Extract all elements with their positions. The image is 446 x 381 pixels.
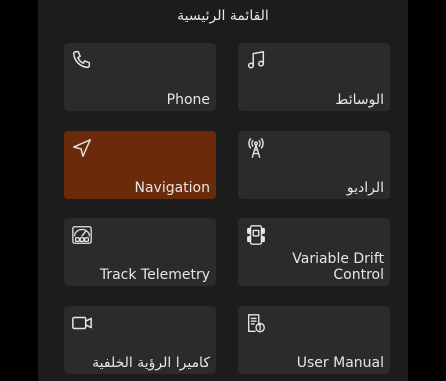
media-label: الوسائط xyxy=(335,92,384,108)
navigation-tile[interactable]: Navigation xyxy=(64,131,216,199)
media-tile[interactable]: الوسائط xyxy=(238,43,390,111)
user-manual-tile[interactable]: User Manual xyxy=(238,306,390,374)
phone-icon xyxy=(71,49,93,71)
phone-tile[interactable]: Phone xyxy=(64,43,216,111)
variable-drift-control-label-line2: Control xyxy=(333,267,384,283)
variable-drift-control-label-line1: Variable Drift xyxy=(292,251,384,267)
navigation-arrow-icon xyxy=(71,137,93,159)
radio-label: الراديو xyxy=(346,180,384,196)
radio-tile[interactable]: الراديو xyxy=(238,131,390,199)
music-note-icon xyxy=(245,49,267,71)
variable-drift-control-label: Variable Drift Control xyxy=(292,251,384,283)
track-telemetry-label: Track Telemetry xyxy=(99,267,210,283)
rear-camera-label: كاميرا الرؤية الخلفية xyxy=(92,355,210,371)
phone-label: Phone xyxy=(166,92,210,108)
rear-camera-tile[interactable]: كاميرا الرؤية الخلفية xyxy=(64,306,216,374)
manual-info-icon xyxy=(245,312,267,334)
camera-icon xyxy=(71,312,93,334)
main-menu-screen: القائمة الرئيسية Phone الوسائط Navigatio… xyxy=(38,0,408,381)
telemetry-gauge-icon xyxy=(71,224,93,246)
page-title: القائمة الرئيسية xyxy=(177,8,269,24)
user-manual-label: User Manual xyxy=(296,355,384,371)
variable-drift-control-tile[interactable]: Variable Drift Control xyxy=(238,218,390,286)
navigation-label: Navigation xyxy=(134,180,210,196)
drift-control-icon xyxy=(245,224,267,246)
radio-antenna-icon xyxy=(245,137,267,159)
track-telemetry-tile[interactable]: Track Telemetry xyxy=(64,218,216,286)
